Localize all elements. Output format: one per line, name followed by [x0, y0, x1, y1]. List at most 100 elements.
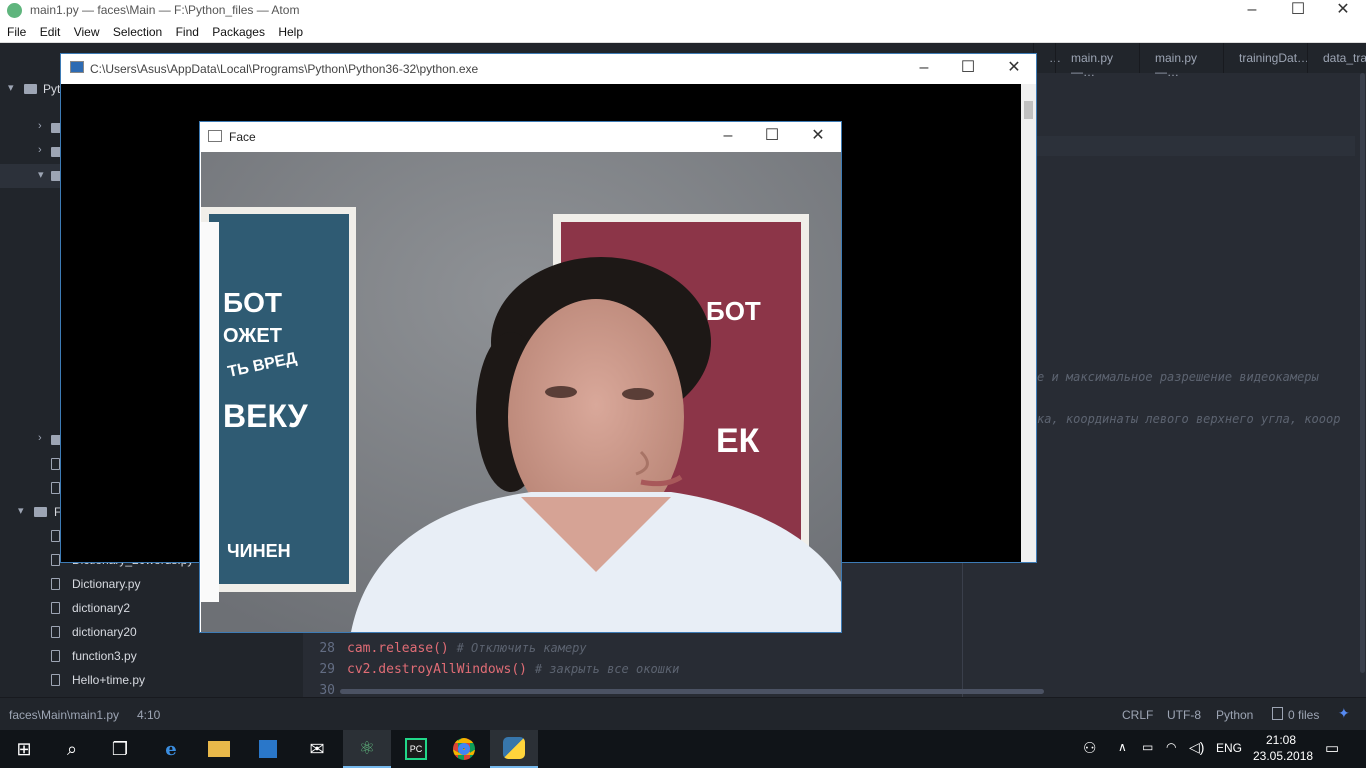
console-scroll-thumb[interactable]: [1024, 101, 1033, 119]
squirrel-update-icon[interactable]: ✦: [1338, 705, 1350, 722]
window-app-icon: [208, 130, 222, 142]
tree-file[interactable]: Hello+time.py: [0, 668, 303, 692]
face-title-bar: Face – ☐ ✕: [200, 122, 841, 152]
atom-title-bar: main1.py — faces\Main — F:\Python_files …: [0, 0, 1366, 22]
face-minimize-button[interactable]: –: [705, 126, 751, 148]
code-comment: ка, координаты левого верхнего угла, коо…: [1037, 412, 1341, 426]
code-line: 29 cv2.destroyAllWindows() # закрыть все…: [303, 662, 963, 683]
face-close-button[interactable]: ✕: [795, 126, 841, 148]
menu-file[interactable]: File: [7, 25, 26, 39]
git-file-icon: [1272, 707, 1283, 720]
file-icon: [51, 578, 60, 590]
chevron-up-icon[interactable]: ∧: [1118, 740, 1127, 754]
svg-text:БОТ: БОТ: [706, 296, 761, 326]
file-icon: [51, 530, 60, 542]
chevron-down-icon: ▾: [18, 505, 24, 517]
tree-file[interactable]: function3.py: [0, 644, 303, 668]
store-icon[interactable]: [244, 730, 292, 768]
menu-packages[interactable]: Packages: [212, 25, 265, 39]
console-close-button[interactable]: ✕: [991, 58, 1037, 80]
file-icon: [51, 554, 60, 566]
menu-help[interactable]: Help: [278, 25, 303, 39]
file-icon: [51, 626, 60, 638]
menu-find[interactable]: Find: [176, 25, 199, 39]
code-line: 28 cam.release() # Отключить камеру: [303, 641, 963, 662]
file-explorer-icon[interactable]: [195, 730, 243, 768]
notifications-icon[interactable]: ▭: [1325, 739, 1339, 757]
vertical-scrollbar[interactable]: [1360, 73, 1365, 673]
chevron-right-icon: ›: [38, 144, 42, 156]
input-language[interactable]: ENG: [1216, 741, 1242, 755]
atom-minimize-button[interactable]: –: [1229, 0, 1275, 22]
console-title-bar: C:\Users\Asus\AppData\Local\Programs\Pyt…: [61, 54, 1036, 84]
status-grammar[interactable]: Python: [1216, 708, 1253, 722]
tab-main-py[interactable]: main.py —…: [1055, 43, 1139, 79]
volume-icon[interactable]: ◁): [1189, 739, 1204, 756]
face-maximize-button[interactable]: ☐: [749, 126, 795, 148]
horizontal-scrollbar[interactable]: [340, 689, 1044, 694]
mail-icon[interactable]: ✉: [293, 730, 341, 768]
python-exe-icon: [70, 61, 84, 73]
svg-text:ЕК: ЕК: [716, 422, 760, 460]
windows-taskbar: ⊞ ⌕ ❐ e ✉ ⚛ PC ⚇ ∧ ▭ ◠ ◁) ENG 21:08 23.0…: [0, 730, 1366, 768]
line-number: 29: [319, 662, 335, 677]
status-line-ending[interactable]: CRLF: [1122, 708, 1153, 722]
tab-main-py-2[interactable]: main.py —…: [1139, 43, 1223, 79]
svg-text:ОЖЕТ: ОЖЕТ: [223, 325, 282, 347]
menu-view[interactable]: View: [74, 25, 100, 39]
chevron-down-icon: ▾: [8, 82, 14, 94]
console-maximize-button[interactable]: ☐: [945, 58, 991, 80]
face-window: Face – ☐ ✕ БОТ ОЖЕТ ТЬ ВРЕД ВЕКУ ЧИНЕН Б…: [199, 121, 842, 633]
file-icon: [51, 458, 60, 470]
console-scrollbar[interactable]: [1021, 84, 1036, 562]
task-view-icon[interactable]: ❐: [96, 730, 144, 768]
file-icon: [51, 674, 60, 686]
file-icon: [51, 650, 60, 662]
code-text: cam.release() # Отключить камеру: [347, 641, 587, 656]
folder-icon: [24, 84, 37, 94]
cursor-line-highlight: [1037, 136, 1355, 156]
status-encoding[interactable]: UTF-8: [1167, 708, 1201, 722]
atom-maximize-button[interactable]: ☐: [1275, 0, 1321, 22]
status-files-count[interactable]: 0 files: [1288, 708, 1319, 722]
menu-bar: File Edit View Selection Find Packages H…: [0, 22, 1366, 43]
menu-edit[interactable]: Edit: [40, 25, 61, 39]
file-icon: [51, 482, 60, 494]
console-title: C:\Users\Asus\AppData\Local\Programs\Pyt…: [90, 62, 479, 76]
file-icon: [51, 602, 60, 614]
atom-logo-icon: [7, 3, 22, 18]
status-file-path[interactable]: faces\Main\main1.py: [9, 708, 119, 722]
chevron-right-icon: ›: [38, 432, 42, 444]
windows-start-icon[interactable]: ⊞: [0, 730, 48, 768]
folder-icon: [34, 507, 47, 517]
line-number: 30: [319, 683, 335, 697]
face-window-title: Face: [229, 130, 256, 144]
clock-date[interactable]: 23.05.2018: [1253, 749, 1313, 763]
pycharm-icon[interactable]: PC: [392, 730, 440, 768]
menu-selection[interactable]: Selection: [113, 25, 162, 39]
webcam-image: БОТ ОЖЕТ ТЬ ВРЕД ВЕКУ ЧИНЕН БОТ ЕК: [201, 152, 841, 632]
clock-time[interactable]: 21:08: [1266, 733, 1296, 747]
svg-text:ЧИНЕН: ЧИНЕН: [227, 541, 291, 561]
people-icon[interactable]: ⚇: [1083, 739, 1096, 757]
tab-training-data[interactable]: trainingDat…: [1223, 43, 1309, 73]
wifi-icon[interactable]: ◠: [1166, 740, 1176, 754]
battery-icon[interactable]: ▭: [1142, 740, 1153, 754]
chrome-icon[interactable]: [440, 730, 488, 768]
atom-close-button[interactable]: ✕: [1320, 0, 1366, 22]
atom-window-title: main1.py — faces\Main — F:\Python_files …: [30, 3, 300, 17]
tab-data-tra[interactable]: data_tra: [1307, 43, 1366, 73]
edge-browser-icon[interactable]: e: [147, 730, 195, 768]
search-icon[interactable]: ⌕: [48, 730, 96, 768]
chevron-right-icon: ›: [38, 120, 42, 132]
console-minimize-button[interactable]: –: [901, 58, 947, 80]
svg-text:БОТ: БОТ: [223, 287, 282, 318]
status-cursor-position[interactable]: 4:10: [137, 708, 160, 722]
code-text: cv2.destroyAllWindows() # закрыть все ок…: [347, 662, 680, 677]
chevron-down-icon: ▾: [38, 169, 44, 181]
atom-taskbar-icon[interactable]: ⚛: [343, 730, 391, 768]
code-comment: е и максимальное разрешение видеокамеры: [1037, 370, 1319, 384]
python-taskbar-icon[interactable]: [490, 730, 538, 768]
svg-text:ВЕКУ: ВЕКУ: [223, 398, 309, 434]
status-bar: faces\Main\main1.py 4:10 CRLF UTF-8 Pyth…: [0, 697, 1366, 730]
